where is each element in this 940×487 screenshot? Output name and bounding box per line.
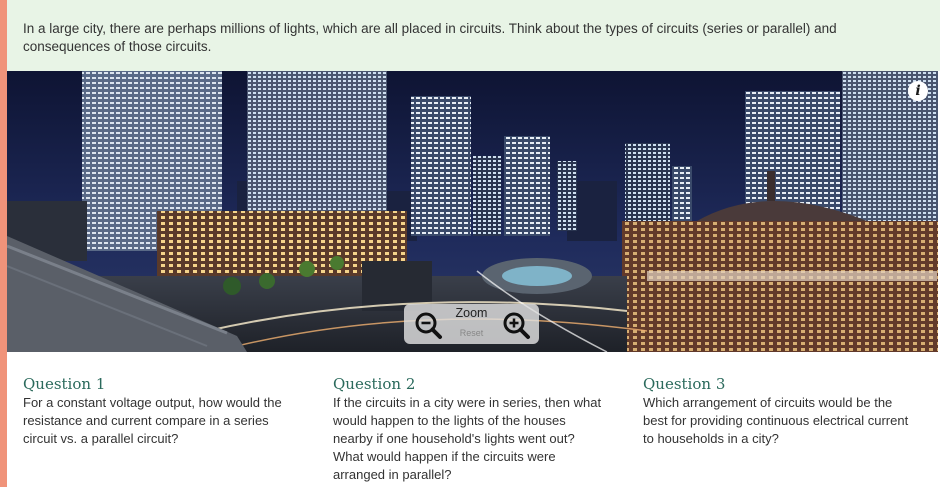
question-3-text: Which arrangement of circuits would be t… bbox=[643, 395, 909, 446]
intro-text: In a large city, there are perhaps milli… bbox=[23, 21, 837, 54]
left-accent-bar bbox=[0, 0, 7, 487]
question-1: Question 1 For a constant voltage output… bbox=[23, 374, 298, 448]
questions-section: Question 1 For a constant voltage output… bbox=[23, 374, 928, 487]
zoom-controls: Zoom Reset bbox=[404, 304, 539, 344]
intro-banner: In a large city, there are perhaps milli… bbox=[7, 0, 940, 71]
question-2: Question 2 If the circuits in a city wer… bbox=[333, 374, 608, 484]
question-2-text: If the circuits in a city were in series… bbox=[333, 395, 602, 482]
question-3-title: Question 3 bbox=[643, 375, 726, 393]
zoom-in-icon[interactable] bbox=[501, 310, 531, 340]
info-icon[interactable]: i bbox=[908, 81, 928, 101]
question-1-title: Question 1 bbox=[23, 375, 106, 393]
question-1-text: For a constant voltage output, how would… bbox=[23, 395, 282, 446]
question-3: Question 3 Which arrangement of circuits… bbox=[643, 374, 918, 448]
question-2-title: Question 2 bbox=[333, 375, 416, 393]
panorama-viewer[interactable]: i Zoom Reset bbox=[7, 71, 938, 352]
